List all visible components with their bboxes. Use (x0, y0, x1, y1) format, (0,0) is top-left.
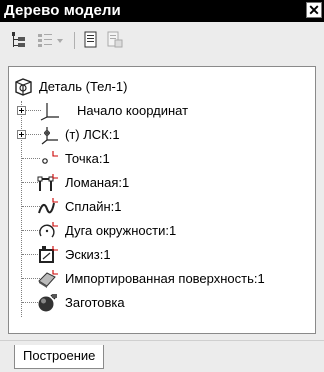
tree-item-arc[interactable]: Дуга окружности:1 (9, 219, 315, 243)
part-icon (13, 77, 35, 97)
spline-icon (37, 197, 59, 217)
circle-arc-icon (37, 221, 59, 241)
tree-item-label: Дуга окружности:1 (65, 223, 177, 238)
tree-item-label: Эскиз:1 (65, 247, 111, 262)
tree-item-spline[interactable]: Сплайн:1 (9, 195, 315, 219)
blank-body-icon (37, 293, 59, 313)
polyline-icon (37, 173, 59, 193)
tree-item-label: (т) ЛСК:1 (65, 127, 120, 142)
tree-view-dropdown-icon[interactable] (36, 31, 66, 49)
tree-root-label: Деталь (Тел-1) (39, 79, 128, 94)
local-coordinate-system-icon (39, 125, 61, 145)
tree-item-label: Точка:1 (65, 151, 110, 166)
sketch-icon (37, 245, 59, 265)
model-tree[interactable]: Деталь (Тел-1) Начало координат (т) ЛСК:… (8, 66, 316, 334)
tree-item-point[interactable]: Точка:1 (9, 147, 315, 171)
origin-axes-icon (39, 101, 61, 121)
tree-item-label: Сплайн:1 (65, 199, 122, 214)
toolbar (0, 22, 324, 58)
model-tree-panel: Дерево модели ✕ Деталь (Тел-1) Начало ко… (0, 0, 324, 372)
tab-bar: Построение (0, 340, 324, 372)
tree-item-polyline[interactable]: Ломаная:1 (9, 171, 315, 195)
tree-item-sketch[interactable]: Эскиз:1 (9, 243, 315, 267)
tree-item-local-cs[interactable]: (т) ЛСК:1 (9, 123, 315, 147)
tree-item-label: Ломаная:1 (65, 175, 130, 190)
tree-item-label: Начало координат (77, 103, 189, 118)
panel-title: Дерево модели (4, 2, 121, 19)
document-icon[interactable] (82, 31, 100, 49)
tree-item-blank[interactable]: Заготовка (9, 291, 315, 315)
title-bar[interactable]: Дерево модели ✕ (0, 0, 324, 22)
toolbar-separator (74, 32, 75, 49)
expand-icon[interactable] (17, 106, 26, 115)
point-icon (39, 149, 61, 169)
close-icon[interactable]: ✕ (306, 2, 322, 18)
tab-construction[interactable]: Построение (14, 345, 105, 369)
imported-surface-icon (37, 269, 59, 289)
expand-icon[interactable] (17, 130, 26, 139)
tree-item-label: Заготовка (65, 295, 125, 310)
tree-item-label: Импортированная поверхность:1 (65, 271, 265, 286)
tree-item-origin[interactable]: Начало координат (9, 99, 315, 123)
tree-item-imported-surface[interactable]: Импортированная поверхность:1 (9, 267, 315, 291)
document-properties-icon[interactable] (106, 31, 124, 49)
tree-root-item[interactable]: Деталь (Тел-1) (9, 75, 315, 99)
tree-structure-icon[interactable] (10, 31, 28, 49)
